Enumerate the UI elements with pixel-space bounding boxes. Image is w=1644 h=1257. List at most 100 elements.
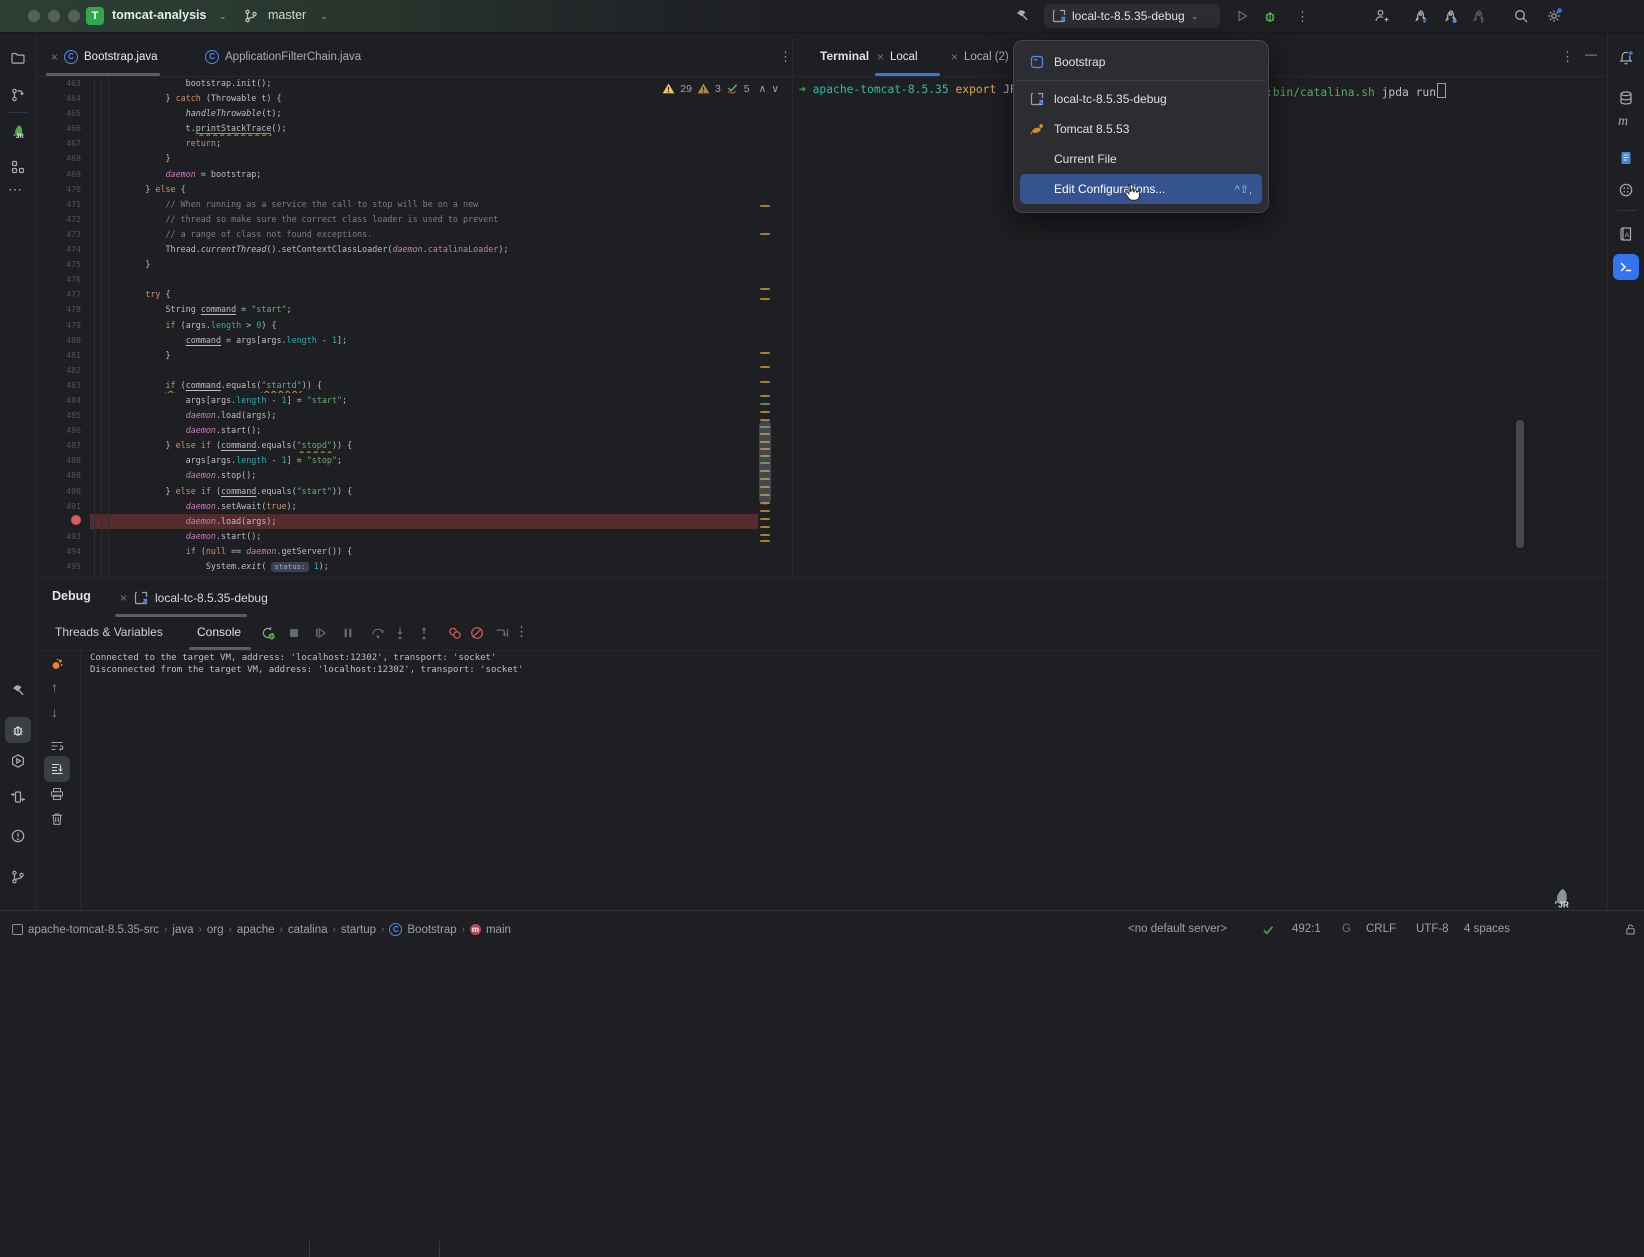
line-number[interactable]: 473 <box>37 227 90 242</box>
stripe-mark[interactable] <box>760 205 770 207</box>
maven-toolwindow-icon[interactable]: m <box>1618 114 1628 130</box>
clear-console-trash-icon[interactable] <box>49 811 65 827</box>
line-number[interactable]: 476 <box>37 272 90 287</box>
default-server-status[interactable]: <no default server> <box>1128 911 1227 948</box>
line-number[interactable]: 488 <box>37 453 90 468</box>
line-number[interactable]: 484 <box>37 393 90 408</box>
debug-button[interactable] <box>1262 8 1278 24</box>
menu-item-tomcat-8-5-53[interactable]: Tomcat 8.5.53 <box>1020 114 1262 144</box>
breadcrumb-item[interactable]: java <box>172 924 193 936</box>
stripe-mark[interactable] <box>760 288 770 290</box>
close-icon[interactable]: × <box>951 50 958 64</box>
line-number[interactable]: 463 <box>37 76 90 91</box>
code-line-477[interactable]: 477 try { <box>37 287 793 302</box>
stripe-mark[interactable] <box>760 298 770 300</box>
code-line-481[interactable]: 481 } <box>37 348 793 363</box>
window-zoom-button[interactable] <box>68 10 80 22</box>
next-problem-icon[interactable]: ∨ <box>771 83 779 95</box>
line-number[interactable]: 478 <box>37 302 90 317</box>
soft-wrap-icon[interactable] <box>49 738 65 754</box>
search-everywhere-icon[interactable] <box>1513 8 1529 24</box>
tab-threads-variables[interactable]: Threads & Variables <box>55 625 163 639</box>
stripe-mark[interactable] <box>760 510 770 512</box>
close-icon[interactable]: × <box>51 50 58 64</box>
jrebel-run-icon[interactable] <box>1412 8 1428 24</box>
code-line-465[interactable]: 465 handleThrowable(t); <box>37 106 793 121</box>
encoding-indicator[interactable]: UTF-8 <box>1416 911 1449 948</box>
commit-toolwindow-icon[interactable] <box>10 87 26 103</box>
line-number[interactable]: 471 <box>37 197 90 212</box>
line-number[interactable]: 485 <box>37 408 90 423</box>
code-line-469[interactable]: 469 daemon = bootstrap; <box>37 167 793 182</box>
run-button[interactable] <box>1234 8 1250 24</box>
line-number[interactable]: 465 <box>37 106 90 121</box>
print-icon[interactable] <box>49 786 65 802</box>
code-line-491[interactable]: 491 daemon.setAwait(true); <box>37 499 793 514</box>
stripe-mark[interactable] <box>760 534 770 536</box>
branch-selector[interactable]: master <box>268 8 306 22</box>
breadcrumb-item[interactable]: apache-tomcat-8.5.35-src <box>28 924 159 936</box>
mute-breakpoints-icon[interactable] <box>469 625 485 641</box>
line-number[interactable]: 482 <box>37 363 90 378</box>
menu-item-current-file[interactable]: Current File <box>1020 144 1262 174</box>
lock-writable-icon[interactable] <box>1624 923 1637 936</box>
plugin-circle-toolwindow-icon[interactable] <box>1618 182 1634 198</box>
settings-gear-icon[interactable] <box>1546 8 1562 24</box>
line-number[interactable]: 495 <box>37 559 90 574</box>
console-output[interactable]: Connected to the target VM, address: 'lo… <box>90 652 523 676</box>
view-breakpoints-icon[interactable] <box>447 625 463 641</box>
more-actions-kebab[interactable]: ⋮ <box>1296 9 1309 25</box>
structure-toolwindow-icon[interactable] <box>10 159 26 175</box>
line-number[interactable]: 480 <box>37 333 90 348</box>
window-close-button[interactable] <box>28 10 40 22</box>
stripe-mark[interactable] <box>760 518 770 520</box>
endpoints-toolwindow-icon[interactable] <box>10 789 26 805</box>
stripe-mark[interactable] <box>760 366 770 368</box>
code-line-468[interactable]: 468 } <box>37 151 793 166</box>
stripe-mark[interactable] <box>760 395 770 397</box>
code-line-471[interactable]: 471 // When running as a service the cal… <box>37 197 793 212</box>
line-number[interactable]: 468 <box>37 151 90 166</box>
editor-tabs-options-kebab[interactable]: ⋮ <box>779 49 792 65</box>
hide-toolwindow-icon[interactable]: — <box>1585 47 1597 61</box>
code-line-467[interactable]: 467 return; <box>37 136 793 151</box>
jrebel-debug-icon[interactable] <box>1442 8 1458 24</box>
close-icon[interactable]: × <box>877 50 884 64</box>
line-number[interactable]: 474 <box>37 242 90 257</box>
terminal-title[interactable]: Terminal <box>820 49 869 63</box>
menu-item-bootstrap[interactable]: Bootstrap <box>1020 47 1262 77</box>
code-line-475[interactable]: 475 } <box>37 257 793 272</box>
stripe-mark[interactable] <box>760 411 770 413</box>
code-line-476[interactable]: 476 <box>37 272 793 287</box>
project-toolwindow-icon[interactable] <box>10 50 26 66</box>
code-line-484[interactable]: 484 args[args.length - 1] = "start"; <box>37 393 793 408</box>
code-line-485[interactable]: 485 daemon.load(args); <box>37 408 793 423</box>
line-number[interactable]: 472 <box>37 212 90 227</box>
more-toolwindows-icon[interactable]: ⋯ <box>8 181 22 198</box>
breadcrumb-item[interactable]: main <box>486 924 511 936</box>
line-number[interactable]: 479 <box>37 318 90 333</box>
editor-scrollbar-thumb[interactable] <box>759 420 771 505</box>
line-number[interactable]: 475 <box>37 257 90 272</box>
code-line-490[interactable]: 490 } else if (command.equals("start")) … <box>37 484 793 499</box>
line-number[interactable]: 481 <box>37 348 90 363</box>
code-line-483[interactable]: 483 if (command.equals("startd")) { <box>37 378 793 393</box>
stripe-mark[interactable] <box>760 381 770 383</box>
services-toolwindow-icon[interactable] <box>10 753 26 769</box>
terminal-toolwindow-icon[interactable] <box>1618 259 1634 275</box>
code-line-486[interactable]: 486 daemon.start(); <box>37 423 793 438</box>
code-line-470[interactable]: 470 } else { <box>37 182 793 197</box>
jrebel-status-icon[interactable]: JR <box>1550 886 1572 908</box>
breadcrumb[interactable]: apache-tomcat-8.5.35-src›java›org›apache… <box>12 911 511 948</box>
build-toolwindow-icon[interactable] <box>10 683 26 699</box>
line-number[interactable]: 466 <box>37 121 90 136</box>
code-line-480[interactable]: 480 command = args[args.length - 1]; <box>37 333 793 348</box>
breadcrumb-item[interactable]: startup <box>341 924 376 936</box>
close-icon[interactable]: × <box>120 591 127 605</box>
line-number[interactable]: 489 <box>37 468 90 483</box>
line-number[interactable]: 469 <box>37 167 90 182</box>
terminal-options-kebab[interactable]: ⋮ <box>1561 49 1574 65</box>
scroll-up-icon[interactable]: ↑ <box>51 679 58 695</box>
stop-icon[interactable] <box>286 625 302 641</box>
code-editor[interactable]: 463 bootstrap.init();464 } catch (Throwa… <box>37 76 793 577</box>
